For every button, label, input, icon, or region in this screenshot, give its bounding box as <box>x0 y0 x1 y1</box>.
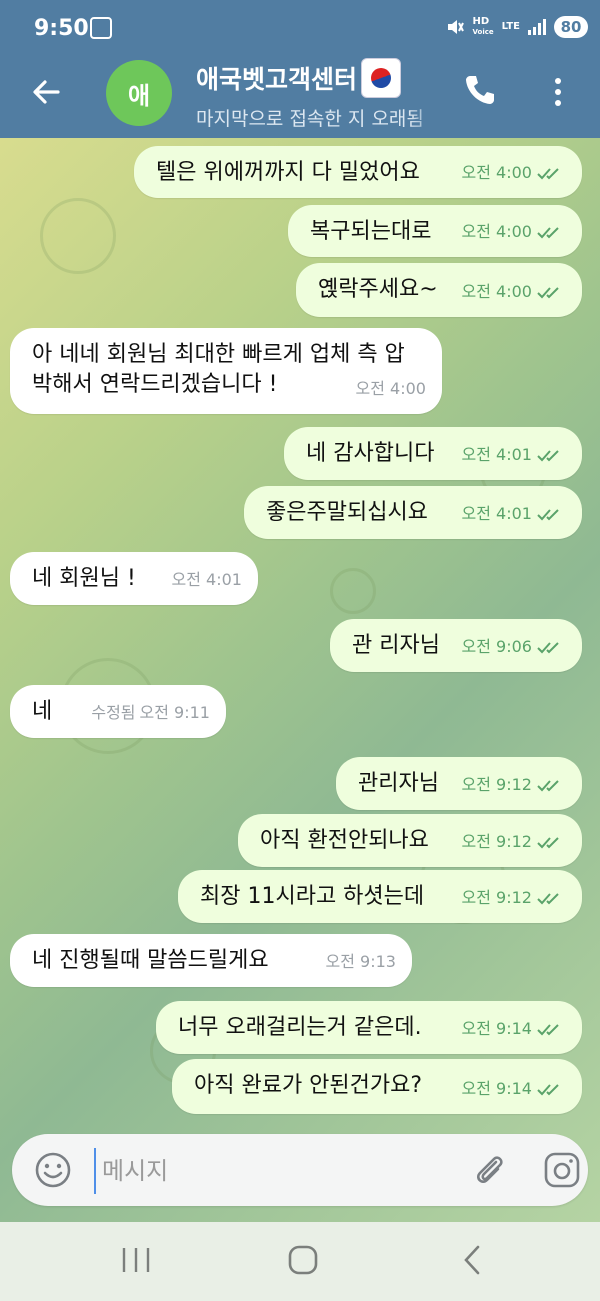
message-text: 네 진행될때 말씀드릴게요 <box>32 948 269 973</box>
message-text: 네 <box>32 699 53 724</box>
edited-label: 수정됨 <box>91 703 136 722</box>
message-bubble[interactable]: 최장 11시라고 하셧는데 오전 9:12 <box>178 870 582 923</box>
message-text: 좋은주말되십시요 <box>266 500 428 525</box>
message-bubble[interactable]: 아 네네 회원님 최대한 빠르게 업체 측 압박해서 연락드리겠습니다 ! 오전… <box>10 328 442 414</box>
recents-icon[interactable] <box>118 1246 154 1274</box>
read-ticks-icon <box>537 837 559 849</box>
message-bubble[interactable]: 아직 완료가 안된건가요? 오전 9:14 <box>172 1059 582 1114</box>
message-time: 오전 4:00 <box>461 163 532 182</box>
message-meta: 오전 9:12 <box>462 770 566 800</box>
message-meta: 오전 9:13 <box>326 947 396 977</box>
message-bubble[interactable]: 네 감사합니다 오전 4:01 <box>284 427 582 480</box>
network-type: LTE <box>501 21 520 32</box>
message-meta: 오전 9:12 <box>462 883 566 913</box>
message-time: 오전 9:06 <box>461 637 532 656</box>
message-time: 오전 9:12 <box>461 775 532 794</box>
mute-icon <box>448 20 465 34</box>
message-meta: 오전 4:01 <box>462 440 566 470</box>
message-bubble[interactable]: 네 진행될때 말씀드릴게요 오전 9:13 <box>10 934 412 987</box>
message-meta: 오전 4:00 <box>356 374 426 404</box>
read-ticks-icon <box>537 642 559 654</box>
message-time: 오전 9:13 <box>325 952 396 971</box>
message-text: 아직 환전안되나요 <box>260 828 429 853</box>
last-seen-status: 마지막으로 접속한 지 오래됨 <box>196 108 424 130</box>
back-arrow-icon[interactable] <box>28 74 64 110</box>
message-bubble[interactable]: 옍락주세요~ 오전 4:00 <box>296 263 582 317</box>
message-meta: 오전 4:00 <box>462 217 566 247</box>
message-text: 텔은 위에꺼까지 다 밀었어요 <box>156 160 420 185</box>
message-time: 오전 4:00 <box>461 222 532 241</box>
chat-title-block[interactable]: 애국벳고객센터 마지막으로 접속한 지 오래됨 <box>196 58 446 131</box>
message-time: 오전 4:00 <box>461 282 532 301</box>
message-time: 오전 4:00 <box>355 379 426 398</box>
message-time: 오전 9:11 <box>139 703 210 722</box>
message-text: 관리자님 <box>358 771 439 796</box>
message-meta: 수정됨 오전 9:11 <box>91 698 210 728</box>
message-text: 네 회원님 ! <box>32 566 136 591</box>
message-bubble[interactable]: 좋은주말되십시요 오전 4:01 <box>244 486 582 539</box>
message-meta: 오전 9:14 <box>462 1074 566 1104</box>
system-nav-bar <box>0 1222 600 1301</box>
read-ticks-icon <box>537 893 559 905</box>
message-time: 오전 4:01 <box>171 570 242 589</box>
message-bubble[interactable]: 네 수정됨 오전 9:11 <box>10 685 226 738</box>
message-meta: 오전 4:00 <box>462 277 566 307</box>
message-meta: 오전 4:00 <box>462 158 566 188</box>
read-ticks-icon <box>537 1024 559 1036</box>
message-bubble[interactable]: 텔은 위에꺼까지 다 밀었어요 오전 4:00 <box>134 146 582 198</box>
message-meta: 오전 9:14 <box>462 1014 566 1044</box>
avatar[interactable]: 애 <box>106 60 172 126</box>
message-text: 아직 완료가 안된건가요? <box>194 1073 423 1098</box>
status-time: 9:50 <box>34 16 89 41</box>
read-ticks-icon <box>537 287 559 299</box>
message-time: 오전 9:14 <box>461 1019 532 1038</box>
read-ticks-icon <box>537 509 559 521</box>
message-time: 오전 9:12 <box>461 888 532 907</box>
home-icon[interactable] <box>287 1244 319 1276</box>
read-ticks-icon <box>537 780 559 792</box>
battery-indicator: 80 <box>554 16 588 38</box>
hd-voice-icon: HD Voice <box>472 16 494 37</box>
message-text: 옍락주세요~ <box>318 277 438 302</box>
message-text: 최장 11시라고 하셧는데 <box>200 884 425 909</box>
more-vert-icon[interactable] <box>548 74 568 110</box>
read-ticks-icon <box>537 450 559 462</box>
message-time: 오전 9:14 <box>461 1079 532 1098</box>
attach-icon[interactable] <box>470 1150 510 1190</box>
message-input[interactable] <box>94 1148 444 1194</box>
message-bubble[interactable]: 너무 오래걸리는거 같은데. 오전 9:14 <box>156 1001 582 1054</box>
phone-icon[interactable] <box>462 72 498 108</box>
korea-flag-icon <box>361 58 402 98</box>
message-time: 오전 4:01 <box>461 445 532 464</box>
read-ticks-icon <box>537 168 559 180</box>
message-text: 네 감사합니다 <box>306 441 435 466</box>
signal-icon <box>528 19 546 35</box>
chat-title-text: 애국벳고객센터 <box>196 65 358 94</box>
message-meta: 오전 9:06 <box>462 632 566 662</box>
message-meta: 오전 4:01 <box>462 499 566 529</box>
message-text: 관 리자님 <box>352 633 440 658</box>
message-meta: 오전 9:12 <box>462 827 566 857</box>
message-text: 너무 오래걸리는거 같은데. <box>178 1015 422 1040</box>
message-bubble[interactable]: 관 리자님 오전 9:06 <box>330 619 582 672</box>
read-ticks-icon <box>537 1084 559 1096</box>
status-icons: HD Voice LTE 80 <box>446 16 588 38</box>
nav-back-icon[interactable] <box>458 1244 488 1276</box>
message-bubble[interactable]: 네 회원님 ! 오전 4:01 <box>10 552 258 605</box>
message-time: 오전 9:12 <box>461 832 532 851</box>
message-time: 오전 4:01 <box>461 504 532 523</box>
chat-title: 애국벳고객센터 <box>196 58 446 98</box>
screen-capture-icon <box>90 17 112 39</box>
message-text: 아 네네 회원님 최대한 빠르게 업체 측 압박해서 연락드리겠습니다 ! <box>32 342 405 397</box>
message-meta: 오전 4:01 <box>172 565 242 595</box>
message-bubble[interactable]: 아직 환전안되나요 오전 9:12 <box>238 814 582 867</box>
chat-header: 9:50 HD Voice LTE 80 애 애국벳고객센터 마지막으로 접속한… <box>0 0 600 138</box>
message-bubble[interactable]: 복구되는대로 오전 4:00 <box>288 205 582 257</box>
message-text: 복구되는대로 <box>310 219 432 244</box>
message-bubble[interactable]: 관리자님 오전 9:12 <box>336 757 582 810</box>
camera-icon[interactable] <box>542 1150 582 1190</box>
message-composer <box>12 1134 588 1206</box>
emoji-icon[interactable] <box>34 1151 72 1189</box>
read-ticks-icon <box>537 227 559 239</box>
